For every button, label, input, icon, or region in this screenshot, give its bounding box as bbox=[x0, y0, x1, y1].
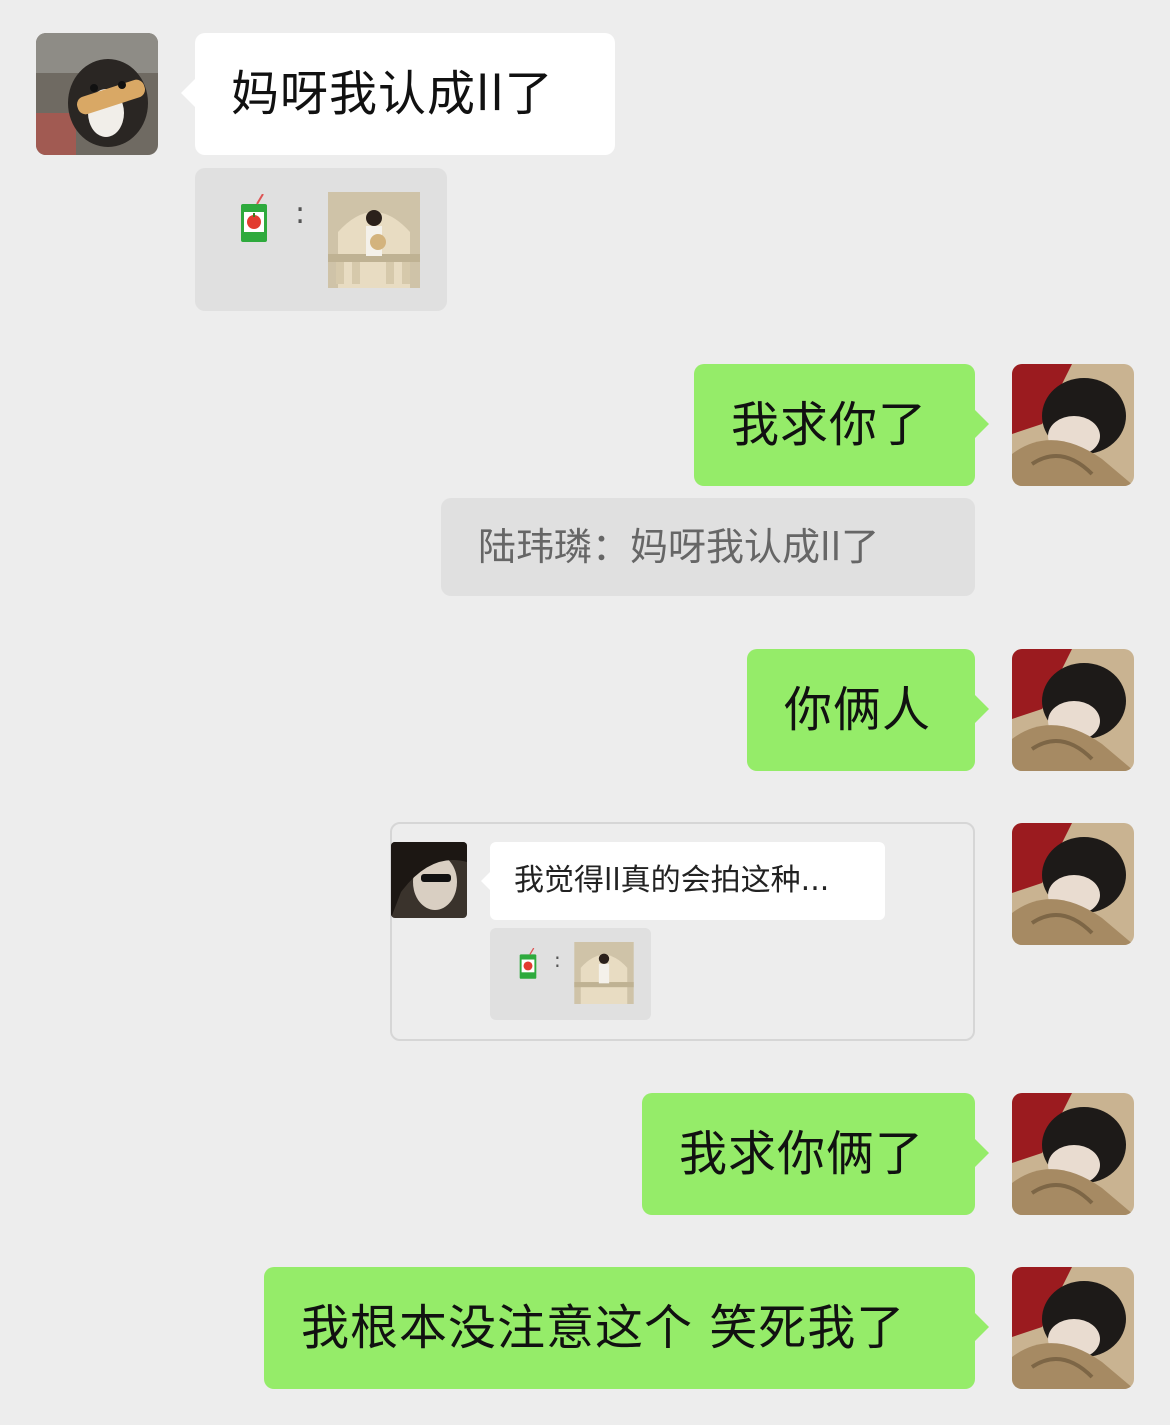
person-sleeping-avatar bbox=[1012, 649, 1134, 771]
avatar-me[interactable] bbox=[1012, 364, 1134, 486]
message-text: 我求你了 bbox=[731, 397, 928, 453]
avatar-me[interactable] bbox=[1012, 1093, 1134, 1215]
message-bubble-sent[interactable]: 我求你俩了 bbox=[642, 1093, 989, 1215]
person-sleeping-avatar bbox=[1012, 823, 1134, 945]
quoted-message[interactable]: 陆玮璘：妈呀我认成ll了 bbox=[441, 498, 975, 596]
person-sleeping-avatar bbox=[1012, 364, 1134, 486]
record-message-bubble: 我觉得ll真的会拍这种... bbox=[481, 842, 885, 920]
message-text: 我根本没注意这个 笑死我了 bbox=[301, 1300, 906, 1356]
juice-box-icon bbox=[519, 948, 537, 979]
forwarded-chat-record[interactable]: 我觉得ll真的会拍这种... : bbox=[390, 822, 975, 1041]
message-text: 你俩人 bbox=[784, 682, 932, 738]
avatar-other[interactable] bbox=[36, 33, 158, 155]
quote-text: 妈呀我认成ll了 bbox=[630, 525, 880, 569]
separator-colon: : bbox=[554, 948, 561, 972]
quote-separator: ： bbox=[592, 525, 631, 569]
avatar-me[interactable] bbox=[1012, 823, 1134, 945]
avatar-me[interactable] bbox=[1012, 1267, 1134, 1389]
image-message-card[interactable]: : bbox=[195, 168, 447, 311]
quote-author: 陆玮璘 bbox=[478, 525, 593, 569]
message-bubble-sent[interactable]: 我求你了 bbox=[694, 364, 989, 486]
message-bubble-sent[interactable]: 我根本没注意这个 笑死我了 bbox=[264, 1267, 989, 1389]
message-text: 妈呀我认成ll了 bbox=[231, 66, 554, 122]
juice-box-icon bbox=[241, 194, 267, 242]
dog-avatar-image bbox=[36, 33, 158, 155]
person-avatar-image bbox=[391, 842, 467, 918]
message-text: 我求你俩了 bbox=[679, 1126, 925, 1182]
message-bubble-sent[interactable]: 你俩人 bbox=[747, 649, 989, 771]
separator-colon: : bbox=[295, 196, 306, 231]
photo-thumbnail bbox=[574, 942, 634, 1004]
record-avatar bbox=[391, 842, 467, 918]
avatar-me[interactable] bbox=[1012, 649, 1134, 771]
photo-thumbnail[interactable] bbox=[328, 192, 420, 288]
person-sleeping-avatar bbox=[1012, 1093, 1134, 1215]
person-sleeping-avatar bbox=[1012, 1267, 1134, 1389]
message-bubble-received[interactable]: 妈呀我认成ll了 bbox=[181, 33, 615, 155]
record-image-card: : bbox=[490, 928, 651, 1020]
record-message-text: 我觉得ll真的会拍这种... bbox=[514, 863, 830, 898]
